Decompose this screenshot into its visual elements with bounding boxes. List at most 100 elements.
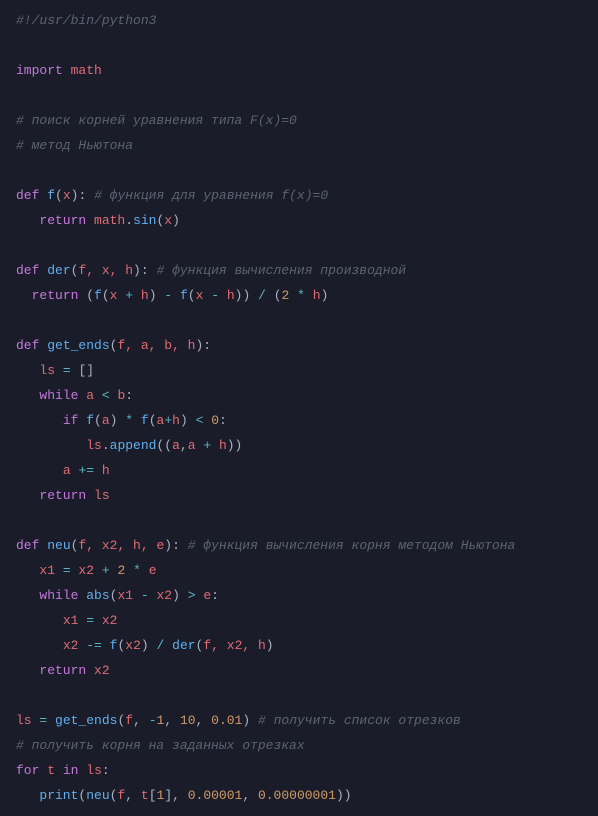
op: - <box>164 288 172 303</box>
params: f, x, h <box>78 263 133 278</box>
name: h <box>227 288 235 303</box>
name: e <box>203 588 211 603</box>
op: - <box>149 713 157 728</box>
return-keyword: return <box>32 288 79 303</box>
name: x1 <box>63 613 79 628</box>
name: h <box>219 438 227 453</box>
name: h <box>141 288 149 303</box>
code-block: #!/usr/bin/python3 import math # поиск к… <box>0 0 598 816</box>
name: ls <box>16 713 32 728</box>
number: 0 <box>211 413 219 428</box>
op: + <box>102 563 110 578</box>
param: x <box>63 188 71 203</box>
op: = <box>63 363 71 378</box>
in-keyword: in <box>63 763 79 778</box>
name: ls <box>86 438 102 453</box>
name: f <box>125 713 133 728</box>
number: 0.01 <box>211 713 242 728</box>
op: > <box>188 588 196 603</box>
comment-line: # получить список отрезков <box>258 713 461 728</box>
function-name: get_ends <box>47 338 109 353</box>
op: -= <box>86 638 102 653</box>
op: += <box>78 463 94 478</box>
name: x2 <box>102 613 118 628</box>
number: 2 <box>118 563 126 578</box>
name: x2 <box>94 663 110 678</box>
name: ls <box>39 363 55 378</box>
op: * <box>133 563 141 578</box>
return-keyword: return <box>39 663 86 678</box>
name: x2 <box>157 588 173 603</box>
op: / <box>157 638 165 653</box>
name: h <box>313 288 321 303</box>
name: e <box>149 563 157 578</box>
name: a <box>188 438 196 453</box>
function-name: der <box>47 263 70 278</box>
op: = <box>63 563 71 578</box>
call: f <box>86 413 94 428</box>
op: / <box>258 288 266 303</box>
def-keyword: def <box>16 338 39 353</box>
return-keyword: return <box>39 488 86 503</box>
method-call: append <box>110 438 157 453</box>
name: h <box>172 413 180 428</box>
name: x2 <box>78 563 94 578</box>
op: + <box>125 288 133 303</box>
while-keyword: while <box>39 588 78 603</box>
def-keyword: def <box>16 263 39 278</box>
if-keyword: if <box>63 413 79 428</box>
call: f <box>94 288 102 303</box>
name: ls <box>94 488 110 503</box>
params: f, a, b, h <box>117 338 195 353</box>
op: - <box>141 588 149 603</box>
op: + <box>164 413 172 428</box>
comment-line: # поиск корней уравнения типа F(x)=0 <box>16 113 297 128</box>
module-name: math <box>71 63 102 78</box>
op: * <box>125 413 133 428</box>
op: * <box>297 288 305 303</box>
op: = <box>86 613 94 628</box>
name: ls <box>86 763 102 778</box>
def-keyword: def <box>16 188 39 203</box>
comment-line: # функция вычисления корня методом Ньюто… <box>188 538 516 553</box>
name: h <box>102 463 110 478</box>
call: abs <box>86 588 109 603</box>
params: f, x2, h, e <box>78 538 164 553</box>
comment-line: # метод Ньютона <box>16 138 133 153</box>
call: f <box>180 288 188 303</box>
import-keyword: import <box>16 63 63 78</box>
return-keyword: return <box>39 213 86 228</box>
name: a <box>172 438 180 453</box>
method-call: sin <box>133 213 156 228</box>
name: x2 <box>63 638 79 653</box>
name: a <box>102 413 110 428</box>
number: 2 <box>282 288 290 303</box>
op: < <box>196 413 204 428</box>
name: x2 <box>125 638 141 653</box>
op: < <box>102 388 110 403</box>
name: x1 <box>117 588 133 603</box>
call: get_ends <box>55 713 117 728</box>
call: f <box>141 413 149 428</box>
op: = <box>39 713 47 728</box>
function-name: f <box>47 188 55 203</box>
name: x <box>110 288 118 303</box>
name: a <box>63 463 71 478</box>
function-name: neu <box>47 538 70 553</box>
name: x1 <box>39 563 55 578</box>
comment-line: # функция для уравнения f(x)=0 <box>94 188 328 203</box>
comment-line: # функция вычисления производной <box>156 263 406 278</box>
comment-line: # получить корня на заданных отрезках <box>16 738 305 753</box>
name: math <box>94 213 125 228</box>
while-keyword: while <box>39 388 78 403</box>
name: x <box>196 288 204 303</box>
name: x <box>164 213 172 228</box>
call: der <box>172 638 195 653</box>
number: 10 <box>180 713 196 728</box>
op: + <box>203 438 211 453</box>
name: t <box>47 763 55 778</box>
name: a <box>86 388 94 403</box>
op: - <box>211 288 219 303</box>
def-keyword: def <box>16 538 39 553</box>
name: f, x2, h <box>203 638 265 653</box>
